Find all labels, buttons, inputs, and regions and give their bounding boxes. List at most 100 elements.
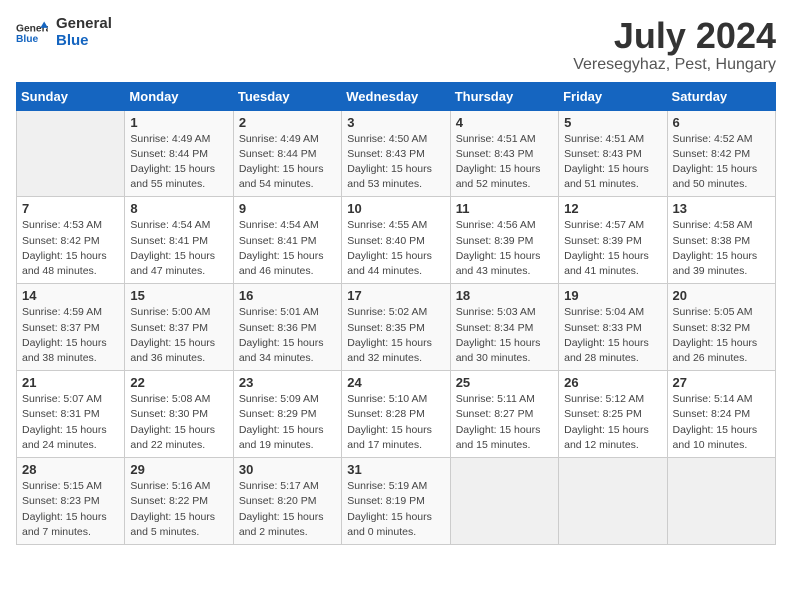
day-number: 24	[347, 375, 444, 390]
day-number: 26	[564, 375, 661, 390]
day-number: 3	[347, 115, 444, 130]
day-number: 14	[22, 288, 119, 303]
logo-general: General	[56, 16, 112, 33]
calendar-cell: 19 Sunrise: 5:04 AM Sunset: 8:33 PM Dayli…	[559, 284, 667, 371]
calendar-cell: 27 Sunrise: 5:14 AM Sunset: 8:24 PM Dayli…	[667, 371, 775, 458]
calendar-cell: 7 Sunrise: 4:53 AM Sunset: 8:42 PM Daylig…	[17, 197, 125, 284]
calendar-cell	[17, 110, 125, 197]
day-number: 30	[239, 462, 336, 477]
calendar-cell	[559, 458, 667, 545]
day-info: Sunrise: 4:57 AM Sunset: 8:39 PM Dayligh…	[564, 218, 661, 279]
header-saturday: Saturday	[667, 82, 775, 110]
day-info: Sunrise: 5:17 AM Sunset: 8:20 PM Dayligh…	[239, 479, 336, 540]
calendar-week-row: 1 Sunrise: 4:49 AM Sunset: 8:44 PM Daylig…	[17, 110, 776, 197]
day-info: Sunrise: 5:04 AM Sunset: 8:33 PM Dayligh…	[564, 305, 661, 366]
day-number: 8	[130, 201, 227, 216]
calendar-cell: 24 Sunrise: 5:10 AM Sunset: 8:28 PM Dayli…	[342, 371, 450, 458]
day-info: Sunrise: 4:51 AM Sunset: 8:43 PM Dayligh…	[456, 132, 553, 193]
header-friday: Friday	[559, 82, 667, 110]
calendar-cell: 28 Sunrise: 5:15 AM Sunset: 8:23 PM Dayli…	[17, 458, 125, 545]
day-number: 16	[239, 288, 336, 303]
day-info: Sunrise: 5:01 AM Sunset: 8:36 PM Dayligh…	[239, 305, 336, 366]
day-number: 15	[130, 288, 227, 303]
calendar-cell: 25 Sunrise: 5:11 AM Sunset: 8:27 PM Dayli…	[450, 371, 558, 458]
calendar-cell: 18 Sunrise: 5:03 AM Sunset: 8:34 PM Dayli…	[450, 284, 558, 371]
header-monday: Monday	[125, 82, 233, 110]
day-number: 17	[347, 288, 444, 303]
calendar-cell: 9 Sunrise: 4:54 AM Sunset: 8:41 PM Daylig…	[233, 197, 341, 284]
calendar-cell	[667, 458, 775, 545]
day-info: Sunrise: 4:54 AM Sunset: 8:41 PM Dayligh…	[239, 218, 336, 279]
calendar-cell: 15 Sunrise: 5:00 AM Sunset: 8:37 PM Dayli…	[125, 284, 233, 371]
day-number: 31	[347, 462, 444, 477]
calendar-cell: 1Sunrise: 4:49 AM Sunset: 8:44 PM Daylig…	[125, 110, 233, 197]
calendar-cell: 26Sunrise: 5:12 AM Sunset: 8:25 PM Dayli…	[559, 371, 667, 458]
calendar-cell: 5 Sunrise: 4:51 AM Sunset: 8:43 PM Daylig…	[559, 110, 667, 197]
calendar-cell: 10Sunrise: 4:55 AM Sunset: 8:40 PM Dayli…	[342, 197, 450, 284]
logo-icon: General Blue	[16, 19, 48, 47]
header-tuesday: Tuesday	[233, 82, 341, 110]
day-number: 5	[564, 115, 661, 130]
logo-blue: Blue	[56, 33, 112, 50]
day-number: 29	[130, 462, 227, 477]
day-info: Sunrise: 4:59 AM Sunset: 8:37 PM Dayligh…	[22, 305, 119, 366]
day-number: 25	[456, 375, 553, 390]
day-info: Sunrise: 5:00 AM Sunset: 8:37 PM Dayligh…	[130, 305, 227, 366]
day-number: 4	[456, 115, 553, 130]
calendar-cell: 23 Sunrise: 5:09 AM Sunset: 8:29 PM Dayli…	[233, 371, 341, 458]
day-number: 19	[564, 288, 661, 303]
calendar-cell: 4 Sunrise: 4:51 AM Sunset: 8:43 PM Daylig…	[450, 110, 558, 197]
day-info: Sunrise: 5:10 AM Sunset: 8:28 PM Dayligh…	[347, 392, 444, 453]
day-info: Sunrise: 5:16 AM Sunset: 8:22 PM Dayligh…	[130, 479, 227, 540]
calendar-header-row: SundayMondayTuesdayWednesdayThursdayFrid…	[17, 82, 776, 110]
day-info: Sunrise: 5:07 AM Sunset: 8:31 PM Dayligh…	[22, 392, 119, 453]
day-info: Sunrise: 5:11 AM Sunset: 8:27 PM Dayligh…	[456, 392, 553, 453]
day-number: 6	[673, 115, 770, 130]
day-info: Sunrise: 5:05 AM Sunset: 8:32 PM Dayligh…	[673, 305, 770, 366]
calendar-table: SundayMondayTuesdayWednesdayThursdayFrid…	[16, 82, 776, 545]
day-info: Sunrise: 4:52 AM Sunset: 8:42 PM Dayligh…	[673, 132, 770, 193]
day-number: 18	[456, 288, 553, 303]
calendar-cell: 12Sunrise: 4:57 AM Sunset: 8:39 PM Dayli…	[559, 197, 667, 284]
calendar-cell	[450, 458, 558, 545]
day-number: 7	[22, 201, 119, 216]
page-header: General Blue General Blue July 2024 Vere…	[16, 16, 776, 74]
day-number: 27	[673, 375, 770, 390]
header-wednesday: Wednesday	[342, 82, 450, 110]
day-number: 21	[22, 375, 119, 390]
day-info: Sunrise: 5:08 AM Sunset: 8:30 PM Dayligh…	[130, 392, 227, 453]
day-number: 13	[673, 201, 770, 216]
calendar-cell: 11 Sunrise: 4:56 AM Sunset: 8:39 PM Dayli…	[450, 197, 558, 284]
day-info: Sunrise: 4:50 AM Sunset: 8:43 PM Dayligh…	[347, 132, 444, 193]
logo: General Blue General Blue	[16, 16, 112, 49]
day-info: Sunrise: 5:03 AM Sunset: 8:34 PM Dayligh…	[456, 305, 553, 366]
calendar-cell: 30 Sunrise: 5:17 AM Sunset: 8:20 PM Dayli…	[233, 458, 341, 545]
calendar-week-row: 14 Sunrise: 4:59 AM Sunset: 8:37 PM Dayli…	[17, 284, 776, 371]
calendar-cell: 17 Sunrise: 5:02 AM Sunset: 8:35 PM Dayli…	[342, 284, 450, 371]
day-number: 22	[130, 375, 227, 390]
day-number: 1	[130, 115, 227, 130]
day-info: Sunrise: 4:51 AM Sunset: 8:43 PM Dayligh…	[564, 132, 661, 193]
day-info: Sunrise: 5:15 AM Sunset: 8:23 PM Dayligh…	[22, 479, 119, 540]
day-info: Sunrise: 4:58 AM Sunset: 8:38 PM Dayligh…	[673, 218, 770, 279]
calendar-cell: 21 Sunrise: 5:07 AM Sunset: 8:31 PM Dayli…	[17, 371, 125, 458]
title-block: July 2024 Veresegyhaz, Pest, Hungary	[573, 16, 776, 74]
day-number: 2	[239, 115, 336, 130]
day-info: Sunrise: 5:19 AM Sunset: 8:19 PM Dayligh…	[347, 479, 444, 540]
calendar-week-row: 7 Sunrise: 4:53 AM Sunset: 8:42 PM Daylig…	[17, 197, 776, 284]
calendar-cell: 16 Sunrise: 5:01 AM Sunset: 8:36 PM Dayli…	[233, 284, 341, 371]
day-number: 9	[239, 201, 336, 216]
day-info: Sunrise: 4:56 AM Sunset: 8:39 PM Dayligh…	[456, 218, 553, 279]
day-info: Sunrise: 5:09 AM Sunset: 8:29 PM Dayligh…	[239, 392, 336, 453]
calendar-cell: 2 Sunrise: 4:49 AM Sunset: 8:44 PM Daylig…	[233, 110, 341, 197]
day-number: 23	[239, 375, 336, 390]
svg-text:Blue: Blue	[16, 33, 38, 44]
day-number: 28	[22, 462, 119, 477]
day-info: Sunrise: 4:53 AM Sunset: 8:42 PM Dayligh…	[22, 218, 119, 279]
day-info: Sunrise: 5:02 AM Sunset: 8:35 PM Dayligh…	[347, 305, 444, 366]
day-info: Sunrise: 5:14 AM Sunset: 8:24 PM Dayligh…	[673, 392, 770, 453]
day-info: Sunrise: 4:49 AM Sunset: 8:44 PM Dayligh…	[239, 132, 336, 193]
main-title: July 2024	[573, 16, 776, 56]
calendar-cell: 20Sunrise: 5:05 AM Sunset: 8:32 PM Dayli…	[667, 284, 775, 371]
day-number: 11	[456, 201, 553, 216]
